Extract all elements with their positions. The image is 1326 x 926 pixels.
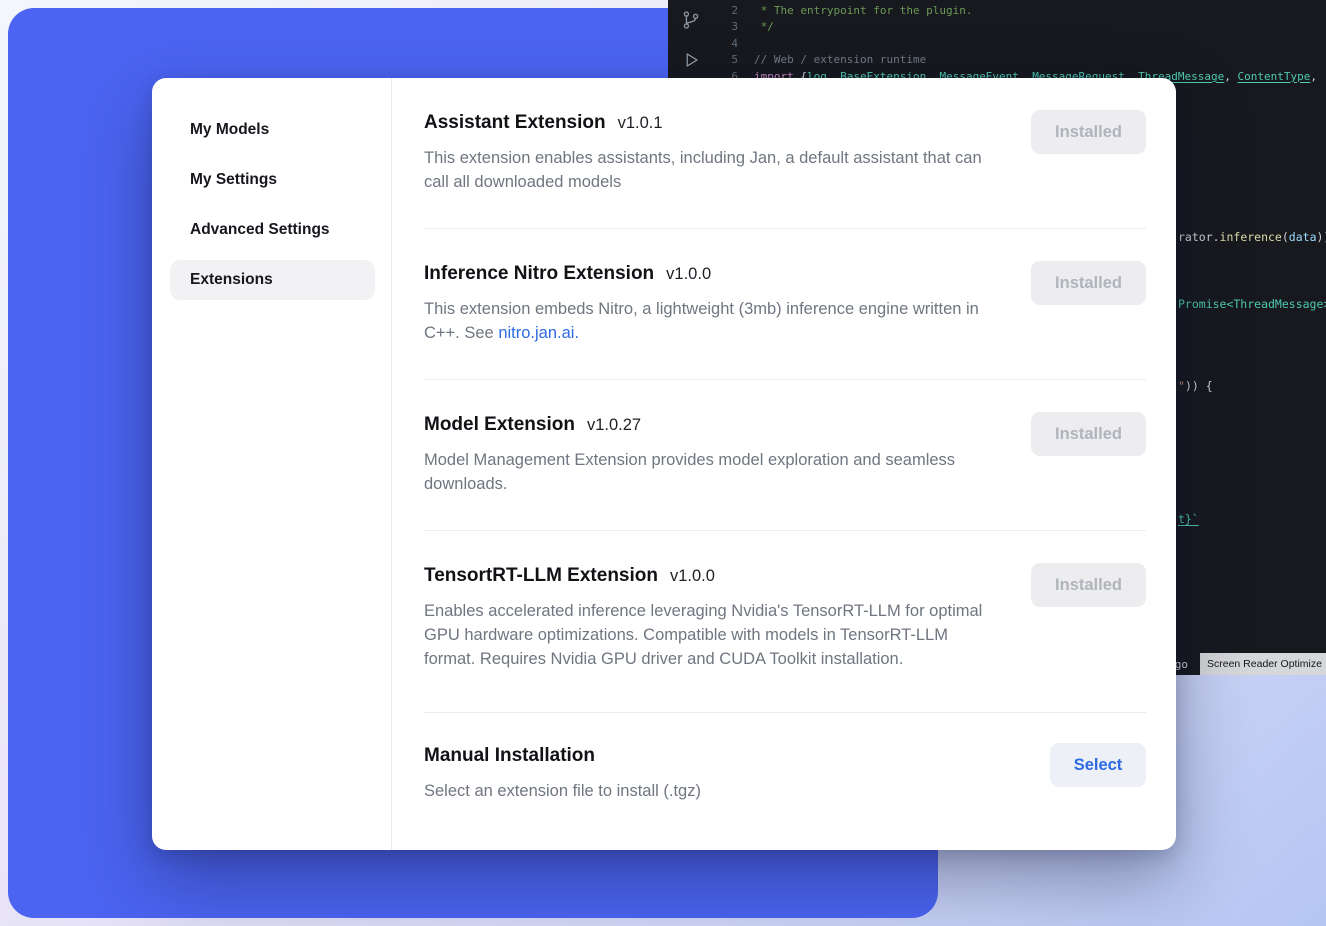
page: { "colors": { "brand_blue": "#4b64f1", "… bbox=[0, 0, 1326, 926]
settings-sidebar: My Models My Settings Advanced Settings … bbox=[152, 78, 392, 850]
installed-button[interactable]: Installed bbox=[1031, 110, 1146, 154]
extension-version: v1.0.0 bbox=[670, 563, 715, 589]
description-text: This extension enables assistants, inclu… bbox=[424, 149, 982, 191]
sidebar-item-label: Extensions bbox=[190, 271, 273, 289]
extension-description: Enables accelerated inference leveraging… bbox=[424, 599, 1002, 671]
settings-card: My Models My Settings Advanced Settings … bbox=[152, 78, 1176, 850]
installed-button[interactable]: Installed bbox=[1031, 563, 1146, 607]
description-text: Enables accelerated inference leveraging… bbox=[424, 602, 982, 668]
code-fragment: t}` bbox=[1178, 512, 1199, 526]
sidebar-item-my-settings[interactable]: My Settings bbox=[170, 160, 375, 200]
manual-installation-title: Manual Installation bbox=[424, 743, 701, 769]
extension-info: Assistant Extension v1.0.1 This extensio… bbox=[424, 110, 1002, 194]
extension-description: This extension embeds Nitro, a lightweig… bbox=[424, 297, 1002, 345]
extension-description: This extension enables assistants, inclu… bbox=[424, 146, 1002, 194]
sidebar-item-advanced-settings[interactable]: Advanced Settings bbox=[170, 210, 375, 250]
status-language: go bbox=[1175, 658, 1188, 671]
manual-installation-row: Manual Installation Select an extension … bbox=[424, 713, 1146, 803]
extension-version: v1.0.1 bbox=[618, 110, 663, 136]
extension-row-model: Model Extension v1.0.27 Model Management… bbox=[424, 380, 1146, 531]
code-fragment: rator.inference(data)); bbox=[1178, 230, 1326, 244]
description-text: Model Management Extension provides mode… bbox=[424, 451, 955, 493]
extension-info: Inference Nitro Extension v1.0.0 This ex… bbox=[424, 261, 1002, 345]
extension-name: TensortRT-LLM Extension bbox=[424, 563, 658, 589]
extension-row-tensorrt: TensortRT-LLM Extension v1.0.0 Enables a… bbox=[424, 531, 1146, 713]
manual-installation-description: Select an extension file to install (.tg… bbox=[424, 779, 701, 803]
code-fragment: Promise<ThreadMessage> bbox=[1178, 297, 1326, 311]
sidebar-item-label: Advanced Settings bbox=[190, 221, 330, 239]
screen-reader-status-item: Screen Reader Optimize bbox=[1200, 653, 1326, 675]
nitro-jan-ai-link[interactable]: nitro.jan.ai. bbox=[498, 324, 579, 342]
extension-version: v1.0.27 bbox=[587, 412, 641, 438]
extension-description: Model Management Extension provides mode… bbox=[424, 448, 1002, 496]
extension-info: TensortRT-LLM Extension v1.0.0 Enables a… bbox=[424, 563, 1002, 671]
extension-row-nitro: Inference Nitro Extension v1.0.0 This ex… bbox=[424, 229, 1146, 380]
extension-row-assistant: Assistant Extension v1.0.1 This extensio… bbox=[424, 78, 1146, 229]
sidebar-item-label: My Models bbox=[190, 121, 269, 139]
extensions-panel: Assistant Extension v1.0.1 This extensio… bbox=[392, 78, 1176, 850]
select-button[interactable]: Select bbox=[1050, 743, 1146, 787]
sidebar-item-my-models[interactable]: My Models bbox=[170, 110, 375, 150]
code-fragment: ")) { bbox=[1178, 379, 1213, 393]
extension-name: Assistant Extension bbox=[424, 110, 606, 136]
sidebar-item-extensions[interactable]: Extensions bbox=[170, 260, 375, 300]
extension-name: Inference Nitro Extension bbox=[424, 261, 654, 287]
extension-version: v1.0.0 bbox=[666, 261, 711, 287]
installed-button[interactable]: Installed bbox=[1031, 261, 1146, 305]
extension-info: Manual Installation Select an extension … bbox=[424, 743, 701, 803]
extension-name: Model Extension bbox=[424, 412, 575, 438]
installed-button[interactable]: Installed bbox=[1031, 412, 1146, 456]
sidebar-item-label: My Settings bbox=[190, 171, 277, 189]
extension-info: Model Extension v1.0.27 Model Management… bbox=[424, 412, 1002, 496]
